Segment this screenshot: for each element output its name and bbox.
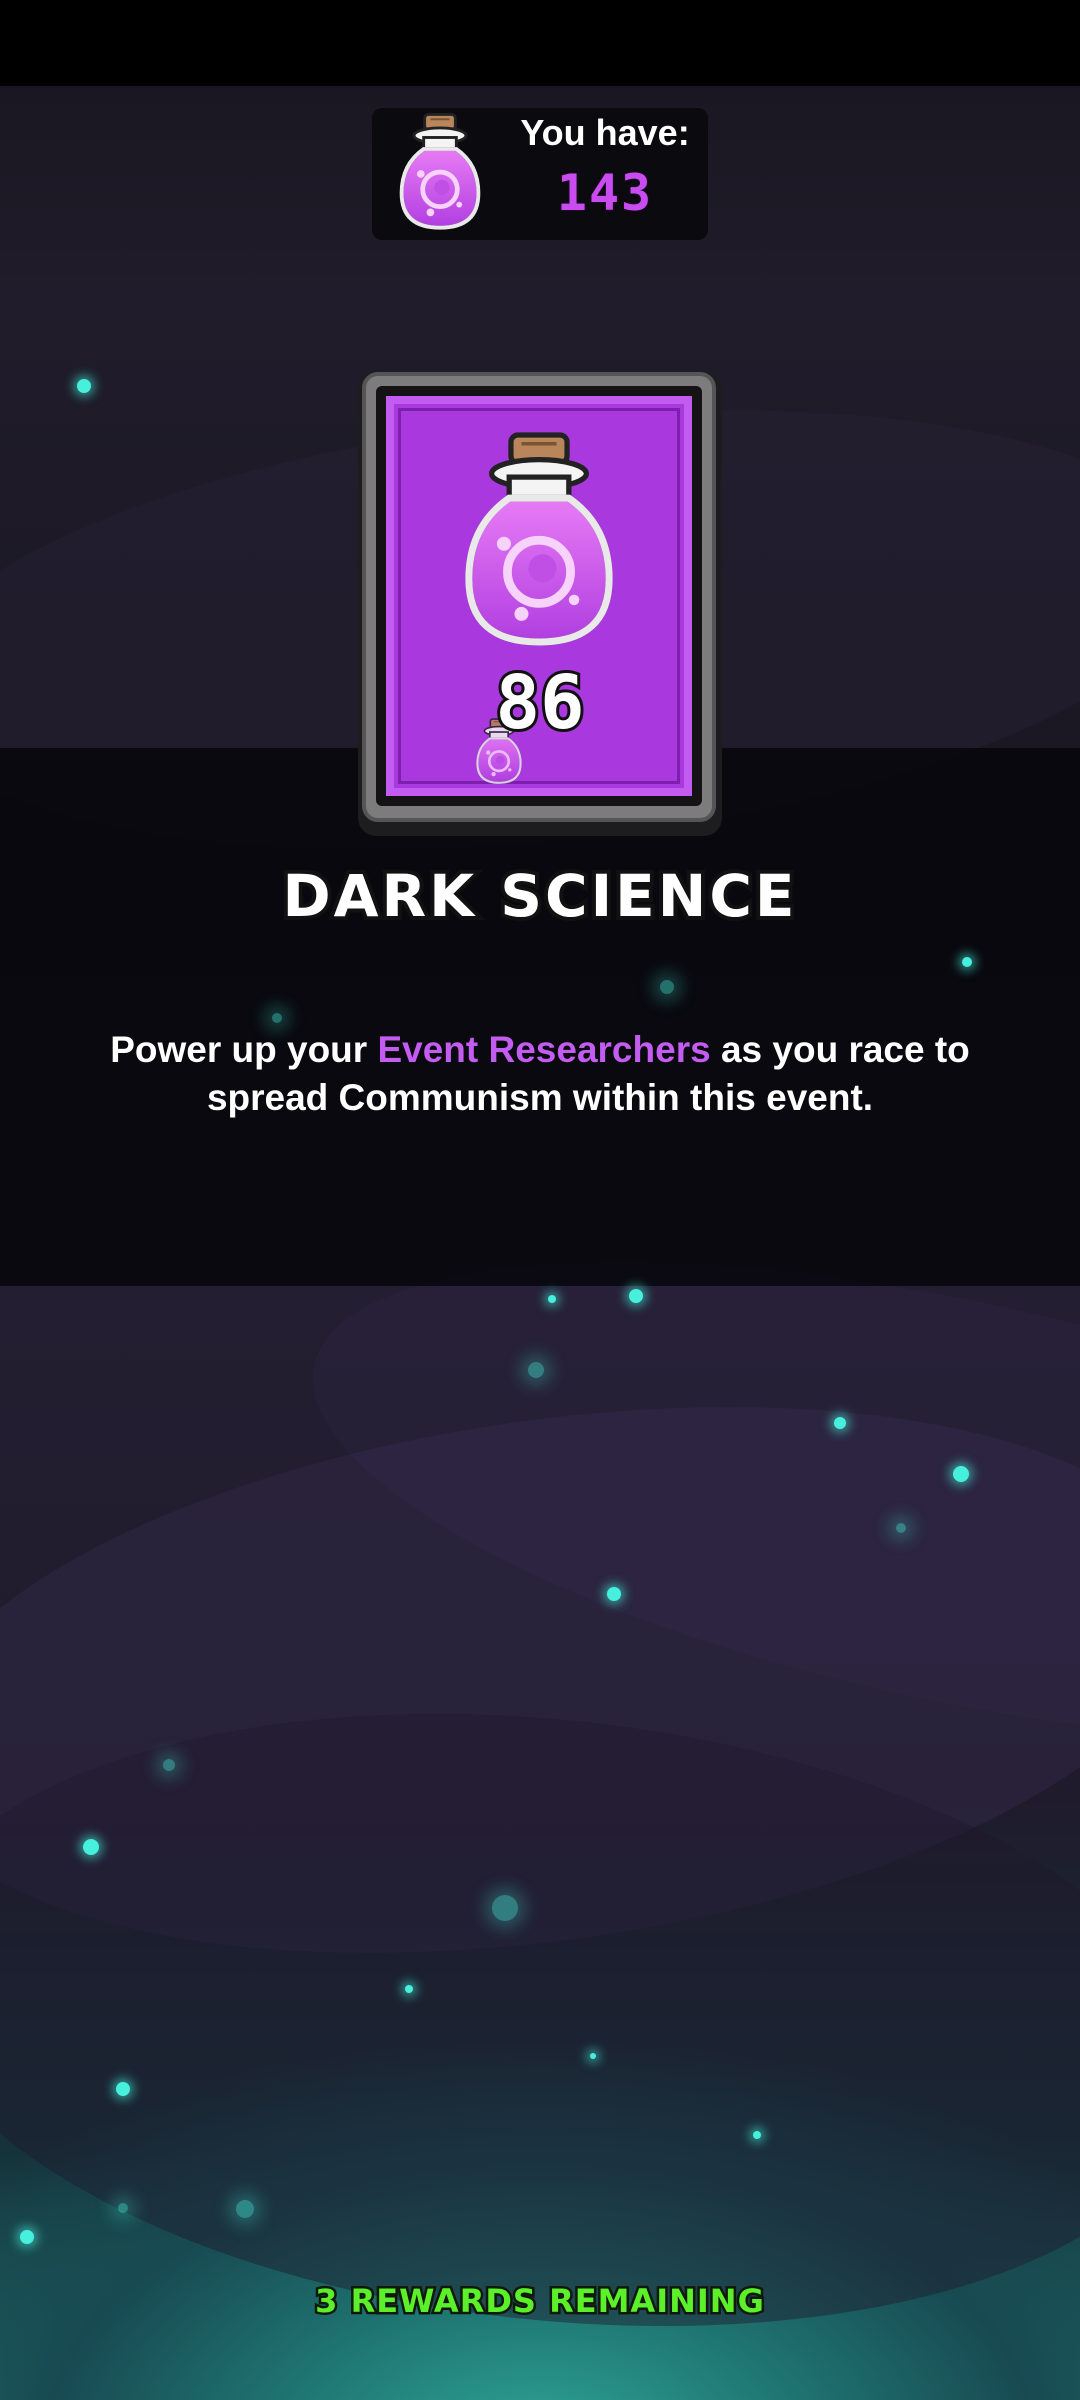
- purple-potion-flask-icon: [392, 108, 488, 238]
- particle: [83, 1839, 99, 1855]
- particle: [953, 1466, 969, 1482]
- particle: [272, 1013, 282, 1023]
- card-count: 86: [492, 657, 587, 749]
- currency-label: You have:: [520, 112, 690, 153]
- particle: [548, 1295, 556, 1303]
- currency-amount: 143: [556, 164, 654, 222]
- description-text: Power up your: [110, 1029, 378, 1070]
- particle: [590, 2053, 596, 2059]
- status-bar: [0, 0, 1080, 86]
- description-highlight: Event Researchers: [377, 1029, 711, 1070]
- rewards-remaining-label: 3 REWARDS REMAINING: [313, 2280, 767, 2323]
- particle: [492, 1895, 518, 1921]
- particle: [629, 1289, 643, 1303]
- particle: [20, 2230, 34, 2244]
- currency-display: You have: 143: [372, 108, 708, 240]
- particle: [77, 379, 91, 393]
- particle: [896, 1523, 906, 1533]
- particle: [962, 957, 972, 967]
- particle: [236, 2200, 254, 2218]
- particle: [834, 1417, 846, 1429]
- particle: [528, 1362, 544, 1378]
- particle: [116, 2082, 130, 2096]
- particle: [405, 1985, 413, 1993]
- particle: [163, 1759, 175, 1771]
- event-description: Power up your Event Researchers as you r…: [90, 1026, 990, 1122]
- particle: [753, 2131, 761, 2139]
- particle: [118, 2203, 128, 2213]
- particle: [607, 1587, 621, 1601]
- purple-potion-flask-icon: [444, 428, 634, 656]
- particle: [660, 980, 674, 994]
- event-title: DARK SCIENCE: [278, 858, 798, 934]
